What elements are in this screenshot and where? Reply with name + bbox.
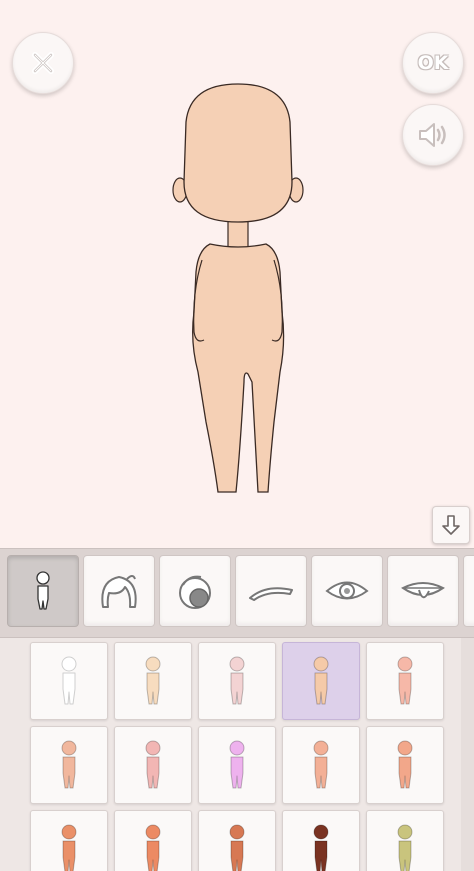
tab-mouth[interactable] xyxy=(387,555,459,627)
skin-option[interactable] xyxy=(282,810,360,871)
body-swatch-icon xyxy=(397,656,413,705)
body-swatch-icon xyxy=(145,824,161,871)
skin-option[interactable] xyxy=(366,726,444,804)
body-swatch-icon xyxy=(229,656,245,705)
close-button[interactable] xyxy=(12,32,74,94)
body-swatch-icon xyxy=(229,824,245,871)
body-swatch-icon xyxy=(145,656,161,705)
skin-option[interactable] xyxy=(198,642,276,720)
body-swatch-icon xyxy=(145,740,161,789)
eye-icon xyxy=(325,581,369,600)
tab-hair-back[interactable] xyxy=(159,555,231,627)
sound-button[interactable] xyxy=(402,104,464,166)
speaker-icon xyxy=(419,123,446,147)
mouth-icon xyxy=(401,582,445,599)
skin-option[interactable] xyxy=(114,726,192,804)
ok-button[interactable]: OK xyxy=(402,32,464,94)
eyebrow-icon xyxy=(249,587,293,601)
tab-more[interactable] xyxy=(463,555,474,627)
body-swatch-icon xyxy=(397,740,413,789)
body-swatch-icon xyxy=(313,656,329,705)
skin-option[interactable] xyxy=(114,642,192,720)
body-swatch-icon xyxy=(397,824,413,871)
ok-label: OK xyxy=(417,52,449,74)
collapse-panel-button[interactable] xyxy=(432,506,470,544)
arrow-down-icon xyxy=(442,515,460,535)
body-swatch-icon xyxy=(61,656,77,705)
skin-option[interactable] xyxy=(198,726,276,804)
character-body-preview xyxy=(172,83,304,493)
close-x-icon xyxy=(32,52,54,74)
skin-option[interactable] xyxy=(282,726,360,804)
body-swatch-icon xyxy=(229,740,245,789)
skin-option[interactable] xyxy=(30,726,108,804)
grid-scrollbar[interactable] xyxy=(461,638,474,871)
skin-option[interactable] xyxy=(30,810,108,871)
body-swatch-icon xyxy=(61,740,77,789)
tab-eyes[interactable] xyxy=(311,555,383,627)
skin-option[interactable] xyxy=(198,810,276,871)
skin-option[interactable] xyxy=(366,642,444,720)
hair-back-icon xyxy=(179,575,211,609)
body-swatch-icon xyxy=(313,740,329,789)
skin-option[interactable] xyxy=(366,810,444,871)
tab-body[interactable] xyxy=(7,555,79,627)
tab-hair-front[interactable] xyxy=(83,555,155,627)
body-swatch-icon xyxy=(61,824,77,871)
hair-icon xyxy=(101,575,137,608)
category-tab-bar xyxy=(0,548,474,638)
skin-option[interactable] xyxy=(30,642,108,720)
skin-option[interactable] xyxy=(282,642,360,720)
skin-option[interactable] xyxy=(114,810,192,871)
body-icon xyxy=(36,571,50,610)
skin-color-grid xyxy=(0,638,474,871)
body-swatch-icon xyxy=(313,824,329,871)
tab-eyebrows[interactable] xyxy=(235,555,307,627)
